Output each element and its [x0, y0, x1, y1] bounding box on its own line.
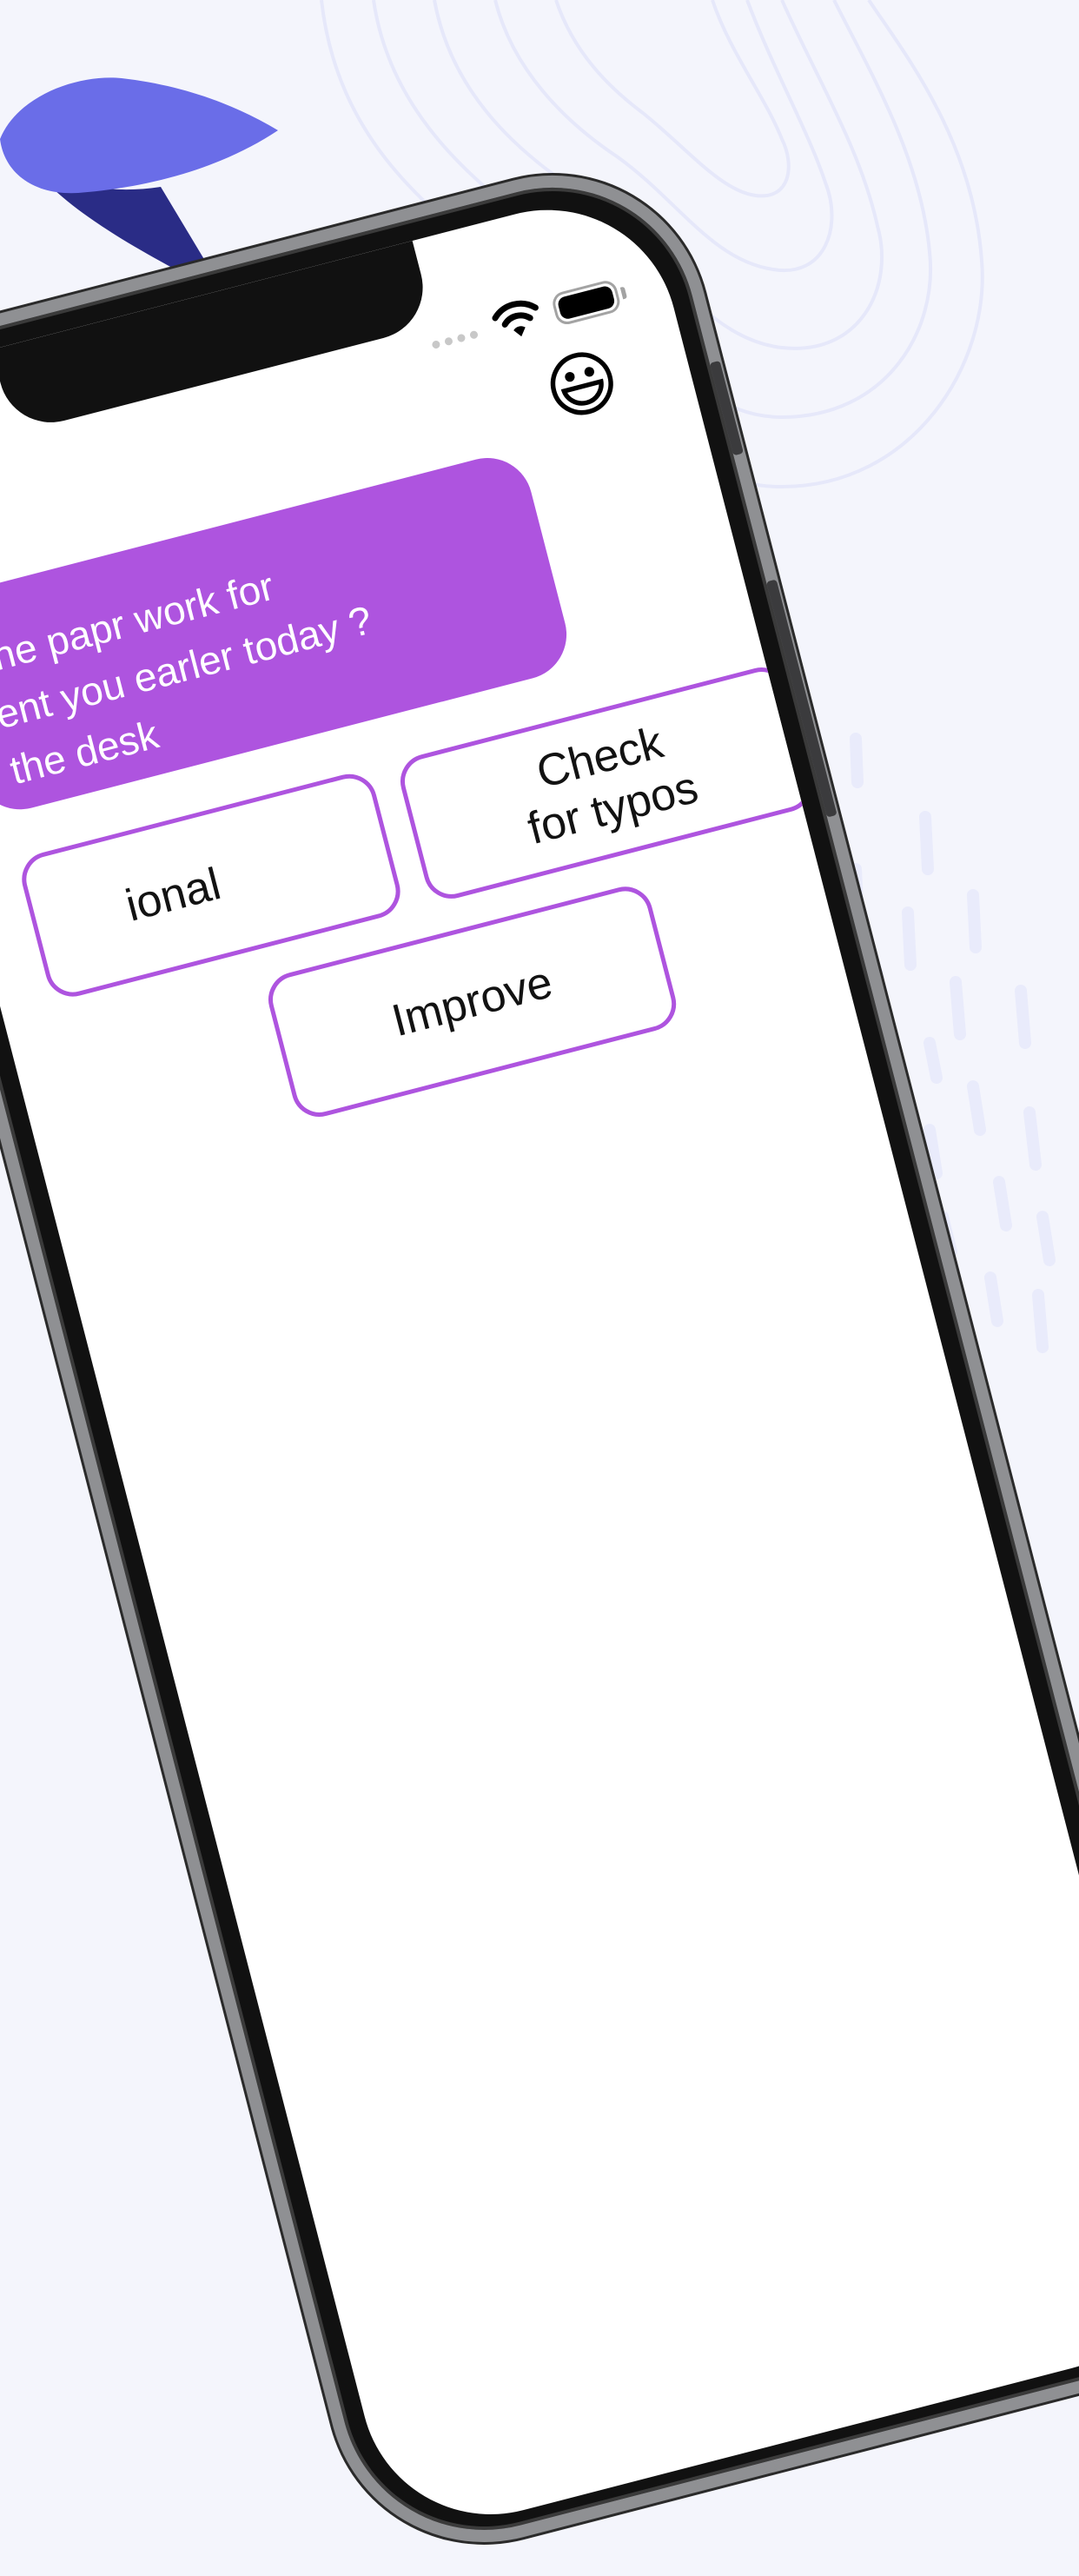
check-typos-button[interactable]: Check for typos — [394, 661, 818, 905]
battery-icon — [550, 278, 623, 328]
battery-tip — [619, 286, 628, 300]
cellular-signal-icon — [431, 329, 479, 349]
user-avatar-emoji: 😃 — [536, 338, 629, 434]
check-typos-button-label: Check for typos — [522, 717, 704, 855]
professional-button-label: ional — [120, 859, 226, 932]
improve-button-label: Improve — [387, 957, 558, 1047]
status-bar — [395, 249, 660, 365]
phone-screen: 😃 the papr work for ent you earler today… — [0, 181, 1079, 2543]
wifi-icon — [492, 300, 539, 337]
